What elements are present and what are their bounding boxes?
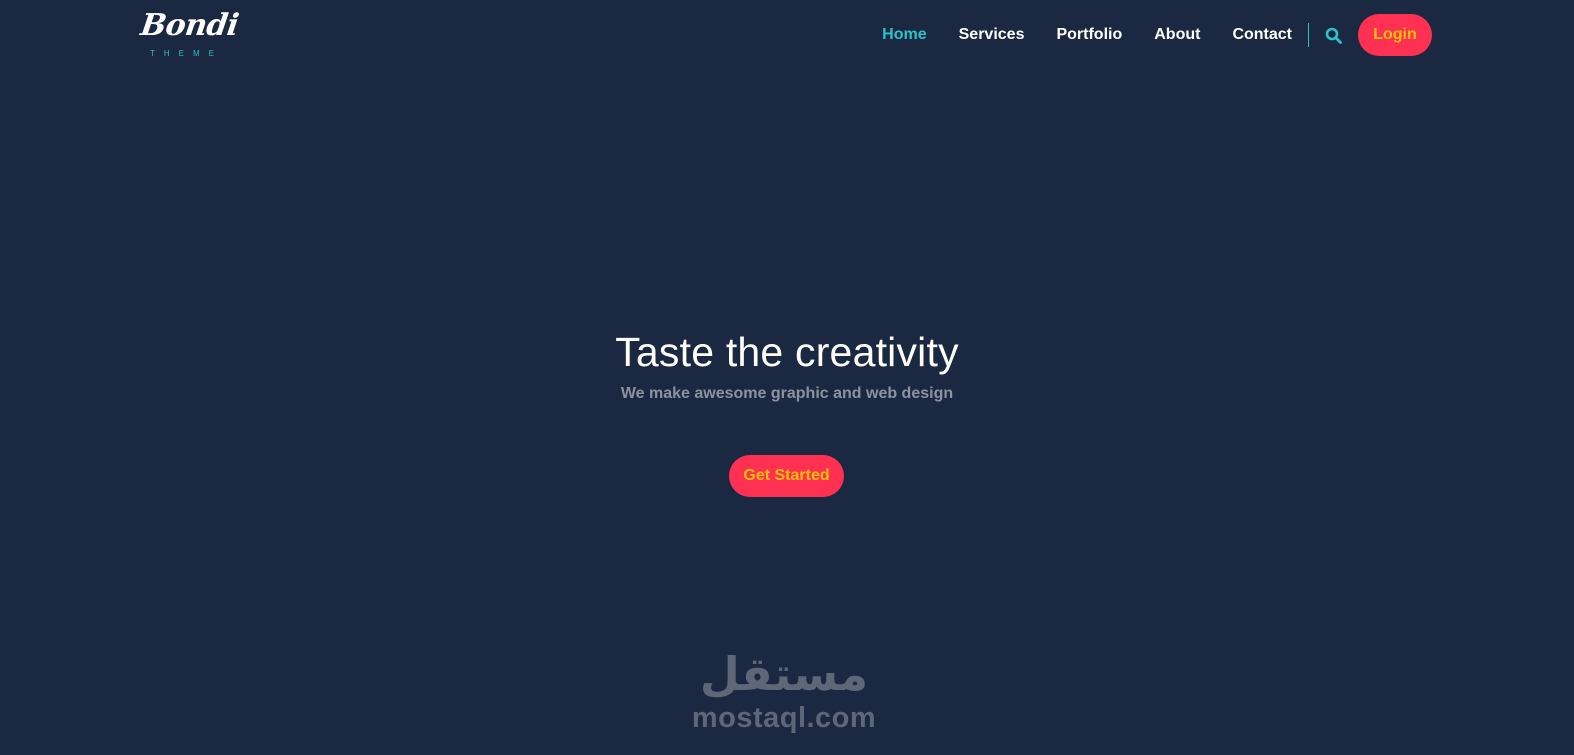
mostaql-watermark: مستقل mostaql.com — [686, 645, 882, 745]
nav-link-services[interactable]: Services — [959, 26, 1025, 44]
nav-divider — [1308, 23, 1309, 47]
watermark-arabic-text: مستقل — [699, 647, 869, 701]
search-icon — [1325, 27, 1342, 44]
main-nav: Home Services Portfolio About Contact Lo… — [882, 14, 1432, 56]
nav-link-contact[interactable]: Contact — [1232, 26, 1292, 44]
nav-link-portfolio[interactable]: Portfolio — [1056, 26, 1122, 44]
logo-wordmark: Bondi — [138, 8, 241, 43]
logo[interactable]: Bondi THEME — [138, 8, 241, 60]
get-started-button[interactable]: Get Started — [729, 455, 844, 497]
nav-link-about[interactable]: About — [1154, 26, 1200, 44]
login-button[interactable]: Login — [1358, 14, 1432, 56]
site-header: Bondi THEME Home Services Portfolio Abou… — [0, 0, 1574, 70]
watermark-latin-text: mostaql.com — [691, 702, 877, 734]
logo-tagline: THEME — [150, 49, 223, 58]
hero-section: Taste the creativity We make awesome gra… — [0, 325, 1574, 404]
hero-title: Taste the creativity — [615, 329, 959, 375]
hero-subtitle: We make awesome graphic and web design — [620, 385, 954, 402]
search-button[interactable] — [1324, 26, 1342, 44]
nav-link-home[interactable]: Home — [882, 26, 926, 44]
